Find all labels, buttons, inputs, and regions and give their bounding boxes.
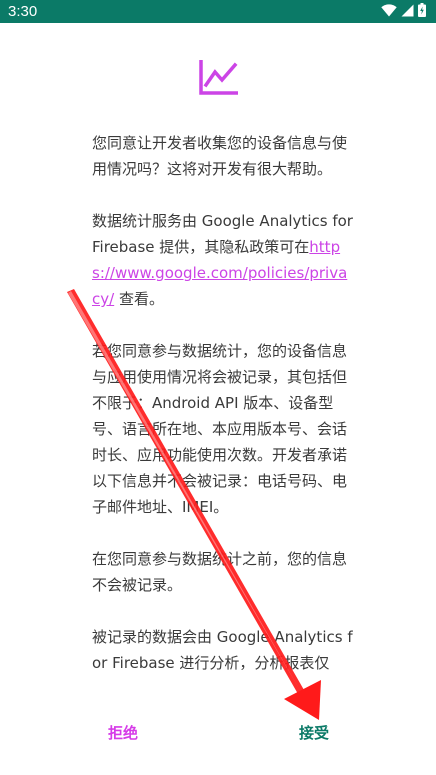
paragraph-analytics-provider: 数据统计服务由 Google Analytics for Firebase 提供… <box>92 208 354 312</box>
paragraph-collected-data: 若您同意参与数据统计，您的设备信息与应用使用情况将会被记录，其包括但不限于：An… <box>92 342 348 516</box>
battery-icon <box>418 2 426 21</box>
paragraph-intro: 您同意让开发者收集您的设备信息与使用情况吗？这将对开发有很大帮助。 <box>92 134 348 178</box>
trending-chart-icon <box>198 58 240 98</box>
signal-icon <box>401 2 414 21</box>
consent-message: 您同意让开发者收集您的设备信息与使用情况吗？这将对开发有很大帮助。 数据统计服务… <box>92 130 354 705</box>
paragraph-no-record: 在您同意参与数据统计之前，您的信息不会被记录。 <box>92 550 348 594</box>
decline-button[interactable]: 拒绝 <box>108 720 138 746</box>
view-text: 查看。 <box>114 290 164 308</box>
status-time: 3:30 <box>8 3 38 20</box>
status-icons <box>381 2 426 21</box>
accept-button[interactable]: 接受 <box>299 720 329 746</box>
wifi-icon <box>381 2 397 21</box>
screen: 3:30 您同意让开发者收集您的设备信息与使用情况吗？这将对开发有很大帮助。 数… <box>0 0 436 775</box>
paragraph-analysis: 被记录的数据会由 Google Analytics for Firebase 进… <box>92 628 353 672</box>
status-bar: 3:30 <box>0 0 436 23</box>
